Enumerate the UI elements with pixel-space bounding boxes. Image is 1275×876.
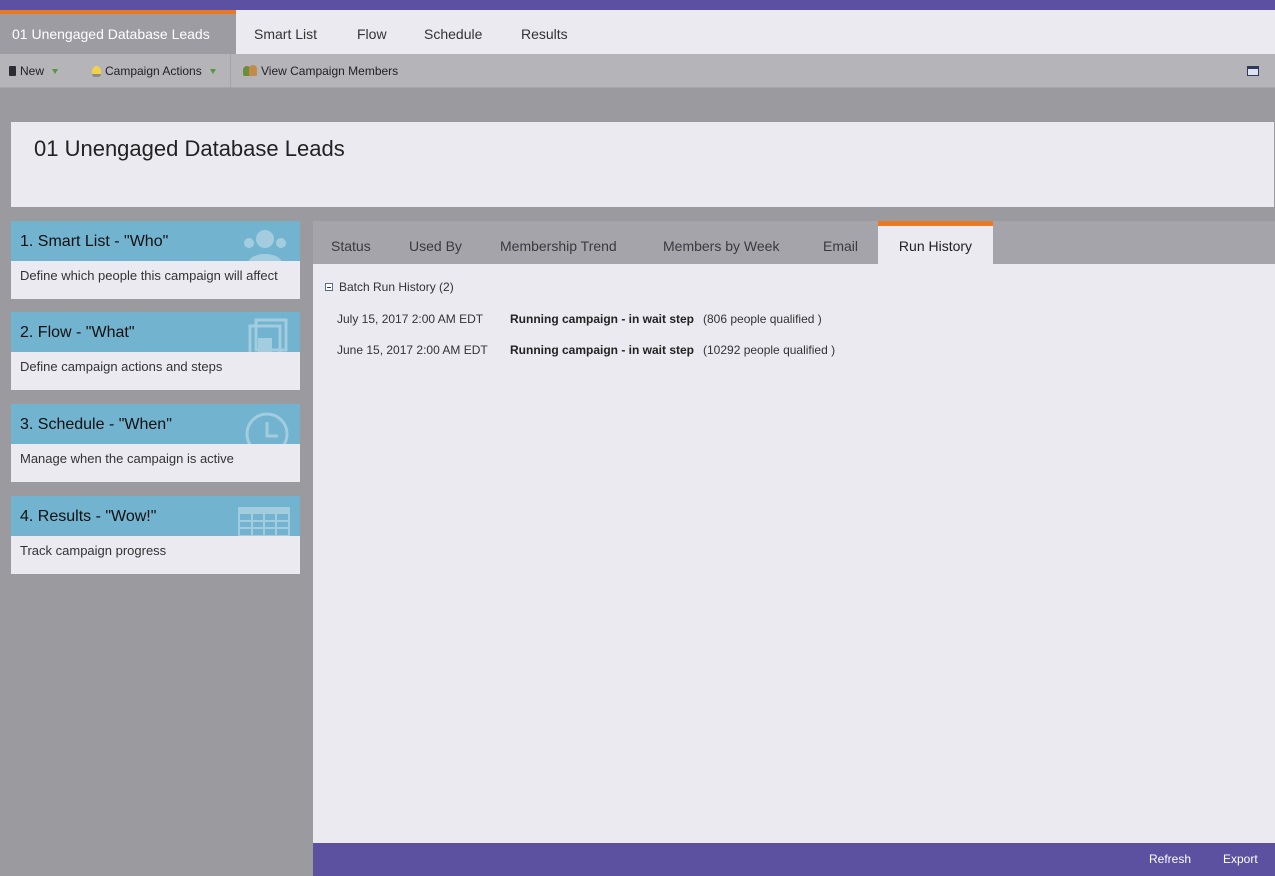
view-campaign-members-button[interactable]: View Campaign Members [243, 54, 398, 88]
step-card-flow[interactable]: 2. Flow - "What" Define campaign actions… [11, 312, 300, 390]
view-members-label: View Campaign Members [261, 63, 399, 78]
tab-campaign-overview[interactable]: 01 Unengaged Database Leads [0, 10, 236, 54]
refresh-button[interactable]: Refresh [1149, 843, 1191, 876]
members-icon [243, 65, 257, 77]
panel-footer: Refresh Export [313, 843, 1275, 876]
step-card-smart-list[interactable]: 1. Smart List - "Who" Define which peopl… [11, 221, 300, 299]
step-header: 2. Flow - "What" [11, 312, 300, 352]
step-card-schedule[interactable]: 3. Schedule - "When" Manage when the cam… [11, 404, 300, 482]
run-status: Running campaign - in wait step [510, 343, 695, 357]
step-title: 3. Schedule - "When" [20, 416, 172, 433]
tab-email[interactable]: Email [823, 221, 858, 264]
window-maximize-icon[interactable] [1247, 66, 1259, 76]
step-title: 4. Results - "Wow!" [20, 508, 157, 525]
chevron-down-icon [52, 68, 59, 74]
batch-run-history-label: Batch Run History (2) [339, 280, 454, 294]
table-icon [238, 507, 290, 536]
clock-icon [245, 412, 289, 444]
batch-run-history-toggle[interactable]: Batch Run History (2) [325, 280, 454, 294]
tab-members-by-week[interactable]: Members by Week [663, 221, 779, 264]
layers-icon [248, 318, 288, 352]
toolbar: New Campaign Actions View Campaign Membe… [0, 54, 1275, 88]
step-header: 4. Results - "Wow!" [11, 496, 300, 536]
people-icon [244, 230, 286, 261]
step-description: Define campaign actions and steps [20, 359, 223, 374]
collapse-icon[interactable] [325, 283, 333, 291]
page-title: 01 Unengaged Database Leads [34, 136, 345, 161]
tab-results[interactable]: Results [521, 10, 568, 54]
step-description: Track campaign progress [20, 543, 167, 558]
step-card-results[interactable]: 4. Results - "Wow!" Track campaign progr… [11, 496, 300, 574]
detail-panel: Status Used By Membership Trend Members … [313, 221, 1275, 843]
tab-membership-trend[interactable]: Membership Trend [500, 221, 617, 264]
step-description: Manage when the campaign is active [20, 451, 234, 466]
tab-used-by[interactable]: Used By [409, 221, 462, 264]
chevron-down-icon [209, 68, 216, 74]
new-icon [9, 66, 16, 76]
new-button[interactable]: New [9, 54, 59, 88]
tab-run-history[interactable]: Run History [878, 221, 993, 264]
step-header: 1. Smart List - "Who" [11, 221, 300, 261]
toolbar-divider [230, 54, 231, 88]
run-date: June 15, 2017 2:00 AM EDT [337, 343, 488, 357]
step-header: 3. Schedule - "When" [11, 404, 300, 444]
sub-tab-bar: Status Used By Membership Trend Members … [313, 221, 1275, 264]
lightbulb-icon [92, 65, 101, 77]
run-count: (806 people qualified ) [703, 312, 822, 326]
tab-schedule[interactable]: Schedule [424, 10, 482, 54]
title-card: 01 Unengaged Database Leads [11, 122, 1274, 207]
export-button[interactable]: Export [1223, 843, 1258, 876]
new-label: New [20, 63, 45, 78]
run-status: Running campaign - in wait step [510, 312, 695, 326]
step-description: Define which people this campaign will a… [20, 268, 278, 283]
step-title: 1. Smart List - "Who" [20, 233, 169, 250]
campaign-actions-button[interactable]: Campaign Actions [92, 54, 216, 88]
tab-smart-list[interactable]: Smart List [254, 10, 317, 54]
run-date: July 15, 2017 2:00 AM EDT [337, 312, 484, 326]
step-title: 2. Flow - "What" [20, 324, 135, 341]
run-count: (10292 people qualified ) [703, 343, 836, 357]
top-brand-strip [0, 0, 1275, 10]
main-tab-bar: 01 Unengaged Database Leads Smart List F… [0, 10, 1275, 54]
tab-flow[interactable]: Flow [357, 10, 387, 54]
tab-status[interactable]: Status [331, 221, 371, 264]
campaign-actions-label: Campaign Actions [105, 63, 202, 78]
